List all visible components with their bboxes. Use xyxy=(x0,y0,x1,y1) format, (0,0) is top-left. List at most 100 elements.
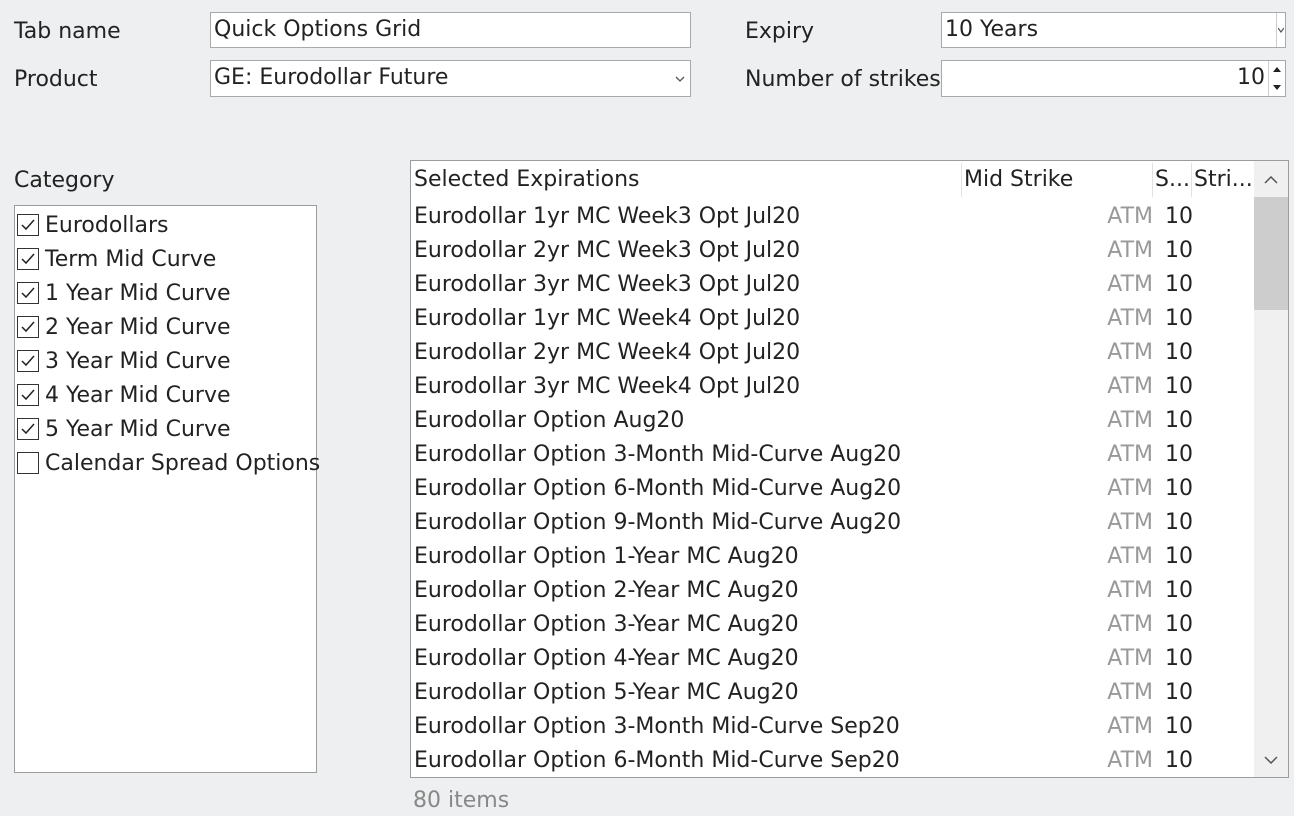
expiration-name: Eurodollar Option 2-Year MC Aug20 xyxy=(414,578,799,603)
mid-strike-cell[interactable]: ATM xyxy=(1107,404,1153,438)
strikes-cell[interactable]: 10 xyxy=(1165,710,1193,744)
table-row[interactable]: Eurodollar Option 3-Month Mid-Curve Sep2… xyxy=(411,710,1253,744)
column-header-selected-expirations[interactable]: Selected Expirations xyxy=(414,161,954,199)
category-item-label: Term Mid Curve xyxy=(45,246,217,272)
strikes-cell[interactable]: 10 xyxy=(1165,642,1193,676)
category-item[interactable]: 1 Year Mid Curve xyxy=(17,276,231,310)
category-item[interactable]: 3 Year Mid Curve xyxy=(17,344,231,378)
checkbox[interactable] xyxy=(17,214,39,236)
strikes-cell[interactable]: 10 xyxy=(1165,234,1193,268)
strikes-cell[interactable]: 10 xyxy=(1165,268,1193,302)
mid-strike-cell[interactable]: ATM xyxy=(1107,574,1153,608)
expiration-name: Eurodollar Option 5-Year MC Aug20 xyxy=(414,680,799,705)
strikes-cell[interactable]: 10 xyxy=(1165,540,1193,574)
expiration-name: Eurodollar Option 3-Year MC Aug20 xyxy=(414,612,799,637)
table-row[interactable]: Eurodollar Option 6-Month Mid-Curve Sep2… xyxy=(411,744,1253,777)
table-row[interactable]: Eurodollar Option 3-Year MC Aug20 ATM 10 xyxy=(411,608,1253,642)
mid-strike-cell[interactable]: ATM xyxy=(1107,302,1153,336)
expiration-name: Eurodollar Option 9-Month Mid-Curve Aug2… xyxy=(414,510,902,535)
strikes-cell[interactable]: 10 xyxy=(1165,438,1193,472)
expiration-name: Eurodollar 3yr MC Week4 Opt Jul20 xyxy=(414,374,801,399)
expiration-name: Eurodollar Option 6-Month Mid-Curve Aug2… xyxy=(414,476,902,501)
strikes-cell[interactable]: 10 xyxy=(1165,506,1193,540)
checkbox[interactable] xyxy=(17,282,39,304)
checkbox[interactable] xyxy=(17,248,39,270)
expiration-name: Eurodollar Option 1-Year MC Aug20 xyxy=(414,544,799,569)
category-item[interactable]: Term Mid Curve xyxy=(17,242,216,276)
expiration-name: Eurodollar 2yr MC Week3 Opt Jul20 xyxy=(414,238,801,263)
product-select[interactable]: GE: Eurodollar Future xyxy=(210,60,691,97)
table-row[interactable]: Eurodollar Option 5-Year MC Aug20 ATM 10 xyxy=(411,676,1253,710)
strikes-stepper[interactable]: 10 xyxy=(941,60,1286,97)
mid-strike-cell[interactable]: ATM xyxy=(1107,676,1153,710)
chevron-down-icon[interactable] xyxy=(1276,13,1285,47)
checkbox[interactable] xyxy=(17,316,39,338)
table-row[interactable]: Eurodollar Option 1-Year MC Aug20 ATM 10 xyxy=(411,540,1253,574)
strikes-cell[interactable]: 10 xyxy=(1165,676,1193,710)
table-row[interactable]: Eurodollar 1yr MC Week3 Opt Jul20 ATM 10 xyxy=(411,200,1253,234)
expiry-select[interactable]: 10 Years xyxy=(941,12,1286,48)
table-row[interactable]: Eurodollar 2yr MC Week3 Opt Jul20 ATM 10 xyxy=(411,234,1253,268)
category-item[interactable]: Calendar Spread Options xyxy=(17,446,320,480)
table-row[interactable]: Eurodollar Option 6-Month Mid-Curve Aug2… xyxy=(411,472,1253,506)
tab-name-input[interactable]: Quick Options Grid xyxy=(210,12,691,48)
checkmark-icon xyxy=(21,355,35,367)
mid-strike-cell[interactable]: ATM xyxy=(1107,642,1153,676)
checkbox[interactable] xyxy=(17,452,39,474)
table-row[interactable]: Eurodollar Option Aug20 ATM 10 xyxy=(411,404,1253,438)
scroll-up-icon[interactable] xyxy=(1254,163,1288,197)
mid-strike-cell[interactable]: ATM xyxy=(1107,472,1153,506)
strikes-cell[interactable]: 10 xyxy=(1165,472,1193,506)
strikes-cell[interactable]: 10 xyxy=(1165,200,1193,234)
checkbox[interactable] xyxy=(17,384,39,406)
column-header-mid-strike[interactable]: Mid Strike xyxy=(964,161,1149,199)
table-row[interactable]: Eurodollar 3yr MC Week3 Opt Jul20 ATM 10 xyxy=(411,268,1253,302)
table-row[interactable]: Eurodollar 1yr MC Week4 Opt Jul20 ATM 10 xyxy=(411,302,1253,336)
column-header-strikes[interactable]: Stri... xyxy=(1194,161,1254,199)
table-row[interactable]: Eurodollar Option 2-Year MC Aug20 ATM 10 xyxy=(411,574,1253,608)
expiration-name: Eurodollar 1yr MC Week4 Opt Jul20 xyxy=(414,306,801,331)
mid-strike-cell[interactable]: ATM xyxy=(1107,336,1153,370)
column-header-s[interactable]: S... xyxy=(1155,161,1189,199)
table-row[interactable]: Eurodollar 3yr MC Week4 Opt Jul20 ATM 10 xyxy=(411,370,1253,404)
spin-down-icon[interactable] xyxy=(1269,79,1285,97)
checkbox[interactable] xyxy=(17,418,39,440)
scroll-thumb[interactable] xyxy=(1254,197,1288,310)
category-item[interactable]: Eurodollars xyxy=(17,208,169,242)
checkmark-icon xyxy=(21,287,35,299)
scroll-down-icon[interactable] xyxy=(1254,743,1288,777)
mid-strike-cell[interactable]: ATM xyxy=(1107,200,1153,234)
category-item[interactable]: 4 Year Mid Curve xyxy=(17,378,231,412)
mid-strike-cell[interactable]: ATM xyxy=(1107,506,1153,540)
table-row[interactable]: Eurodollar Option 9-Month Mid-Curve Aug2… xyxy=(411,506,1253,540)
table-row[interactable]: Eurodollar Option 3-Month Mid-Curve Aug2… xyxy=(411,438,1253,472)
mid-strike-cell[interactable]: ATM xyxy=(1107,744,1153,777)
category-item-label: 2 Year Mid Curve xyxy=(45,314,231,340)
strikes-label: Number of strikes xyxy=(745,67,941,92)
checkmark-icon xyxy=(21,253,35,265)
mid-strike-cell[interactable]: ATM xyxy=(1107,438,1153,472)
strikes-cell[interactable]: 10 xyxy=(1165,370,1193,404)
mid-strike-cell[interactable]: ATM xyxy=(1107,608,1153,642)
table-row[interactable]: Eurodollar Option 4-Year MC Aug20 ATM 10 xyxy=(411,642,1253,676)
strikes-cell[interactable]: 10 xyxy=(1165,302,1193,336)
table-row[interactable]: Eurodollar 2yr MC Week4 Opt Jul20 ATM 10 xyxy=(411,336,1253,370)
mid-strike-cell[interactable]: ATM xyxy=(1107,234,1153,268)
category-item[interactable]: 5 Year Mid Curve xyxy=(17,412,231,446)
mid-strike-cell[interactable]: ATM xyxy=(1107,710,1153,744)
spin-up-icon[interactable] xyxy=(1269,61,1285,79)
chevron-down-icon[interactable] xyxy=(672,61,688,96)
mid-strike-cell[interactable]: ATM xyxy=(1107,370,1153,404)
mid-strike-cell[interactable]: ATM xyxy=(1107,268,1153,302)
strikes-cell[interactable]: 10 xyxy=(1165,574,1193,608)
vertical-scrollbar[interactable] xyxy=(1254,161,1288,777)
strikes-cell[interactable]: 10 xyxy=(1165,608,1193,642)
checkbox[interactable] xyxy=(17,350,39,372)
mid-strike-cell[interactable]: ATM xyxy=(1107,540,1153,574)
strikes-cell[interactable]: 10 xyxy=(1165,404,1193,438)
expiration-name: Eurodollar 2yr MC Week4 Opt Jul20 xyxy=(414,340,801,365)
checkmark-icon xyxy=(21,219,35,231)
strikes-cell[interactable]: 10 xyxy=(1165,744,1193,777)
strikes-cell[interactable]: 10 xyxy=(1165,336,1193,370)
category-item[interactable]: 2 Year Mid Curve xyxy=(17,310,231,344)
